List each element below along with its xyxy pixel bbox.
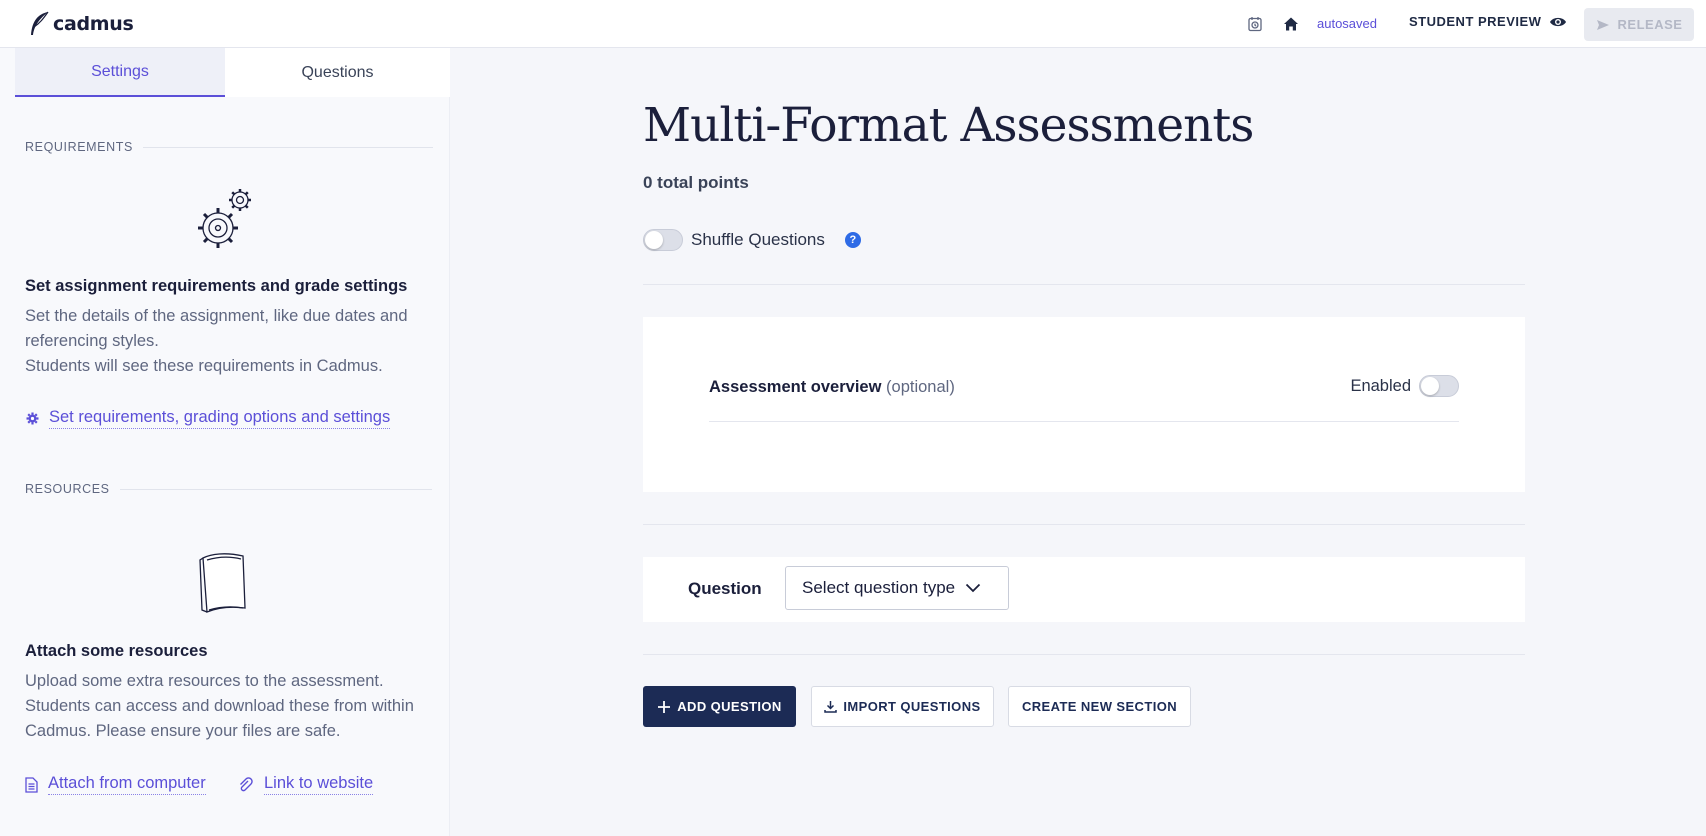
- add-question-button[interactable]: ADD QUESTION: [643, 686, 796, 727]
- attach-from-computer-text: Attach from computer: [48, 774, 206, 795]
- shuffle-questions-row: Shuffle Questions ?: [643, 229, 861, 251]
- book-illustration-icon: [197, 550, 253, 621]
- release-button[interactable]: RELEASE: [1584, 8, 1694, 41]
- history-icon[interactable]: [1245, 14, 1265, 34]
- shuffle-questions-toggle[interactable]: [643, 229, 683, 251]
- resources-heading-text: RESOURCES: [25, 482, 110, 496]
- shuffle-questions-label: Shuffle Questions: [691, 230, 825, 249]
- tab-settings[interactable]: Settings: [15, 48, 225, 97]
- add-question-label: ADD QUESTION: [677, 699, 782, 714]
- overview-enabled-row: Enabled: [1350, 375, 1459, 397]
- feather-logo-icon: [31, 11, 49, 35]
- overview-divider: [709, 421, 1459, 422]
- question-label: Question: [688, 579, 762, 598]
- download-icon: [824, 701, 838, 713]
- app-name: cadmus: [53, 13, 134, 35]
- page-title: Multi-Format Assessments: [643, 98, 1254, 153]
- paperclip-icon: [240, 776, 253, 791]
- document-icon: [25, 776, 38, 793]
- cadmus-logo[interactable]: cadmus: [28, 10, 134, 38]
- autosave-status: autosaved: [1317, 16, 1377, 31]
- plus-icon: [658, 700, 671, 713]
- question-card: Question Select question type: [643, 557, 1525, 622]
- requirements-description-line: Students will see these requirements in …: [25, 357, 383, 375]
- send-icon: [1596, 19, 1609, 30]
- create-new-section-button[interactable]: CREATE NEW SECTION: [1008, 686, 1191, 727]
- tab-questions[interactable]: Questions: [225, 48, 450, 97]
- sidebar-tabs: Settings Questions: [15, 48, 450, 97]
- resources-heading: RESOURCES: [25, 482, 432, 496]
- import-questions-button[interactable]: IMPORT QUESTIONS: [811, 686, 994, 727]
- overview-enabled-toggle[interactable]: [1419, 375, 1459, 397]
- divider: [643, 524, 1525, 525]
- divider: [643, 654, 1525, 655]
- requirements-heading: REQUIREMENTS: [25, 140, 433, 154]
- resources-title: Attach some resources: [25, 642, 208, 660]
- question-type-select[interactable]: Select question type: [785, 566, 1009, 610]
- set-requirements-link-text: Set requirements, grading options and se…: [49, 408, 391, 429]
- assessment-overview-label: Assessment overview (optional): [709, 378, 955, 397]
- link-to-website-link[interactable]: Link to website: [238, 774, 374, 795]
- resources-description: Upload some extra resources to the asses…: [25, 672, 414, 740]
- import-questions-label: IMPORT QUESTIONS: [843, 699, 981, 714]
- optional-tag: (optional): [886, 378, 955, 396]
- home-icon[interactable]: [1281, 14, 1301, 34]
- requirements-title: Set assignment requirements and grade se…: [25, 277, 408, 295]
- help-icon[interactable]: ?: [844, 232, 861, 248]
- enabled-label: Enabled: [1350, 376, 1411, 395]
- requirements-description: Set the details of the assignment, like …: [25, 304, 425, 379]
- release-label: RELEASE: [1617, 17, 1683, 32]
- gears-illustration-icon: [194, 186, 256, 257]
- requirements-heading-text: REQUIREMENTS: [25, 140, 133, 154]
- question-type-select-value: Select question type: [802, 578, 956, 597]
- gear-icon: [26, 412, 39, 425]
- link-to-website-text: Link to website: [264, 774, 374, 795]
- sidebar: Settings Questions REQUIREMENTS Set assi…: [0, 48, 450, 836]
- attach-from-computer-link[interactable]: Attach from computer: [25, 774, 206, 795]
- requirements-description-line: Set the details of the assignment, like …: [25, 307, 408, 350]
- top-bar: cadmus autosaved STUDENT PREVIEW RELEASE: [0, 0, 1706, 48]
- divider: [643, 284, 1525, 285]
- student-preview-label: STUDENT PREVIEW: [1409, 14, 1542, 29]
- set-requirements-link[interactable]: Set requirements, grading options and se…: [26, 408, 391, 429]
- eye-icon: [1550, 17, 1567, 26]
- total-points: 0 total points: [643, 173, 749, 192]
- assessment-overview-title: Assessment overview: [709, 378, 882, 396]
- student-preview-button[interactable]: STUDENT PREVIEW: [1409, 14, 1567, 29]
- chevron-down-icon: [965, 583, 981, 593]
- assessment-overview-card: Assessment overview (optional) Enabled: [643, 317, 1525, 492]
- create-new-section-label: CREATE NEW SECTION: [1021, 699, 1178, 714]
